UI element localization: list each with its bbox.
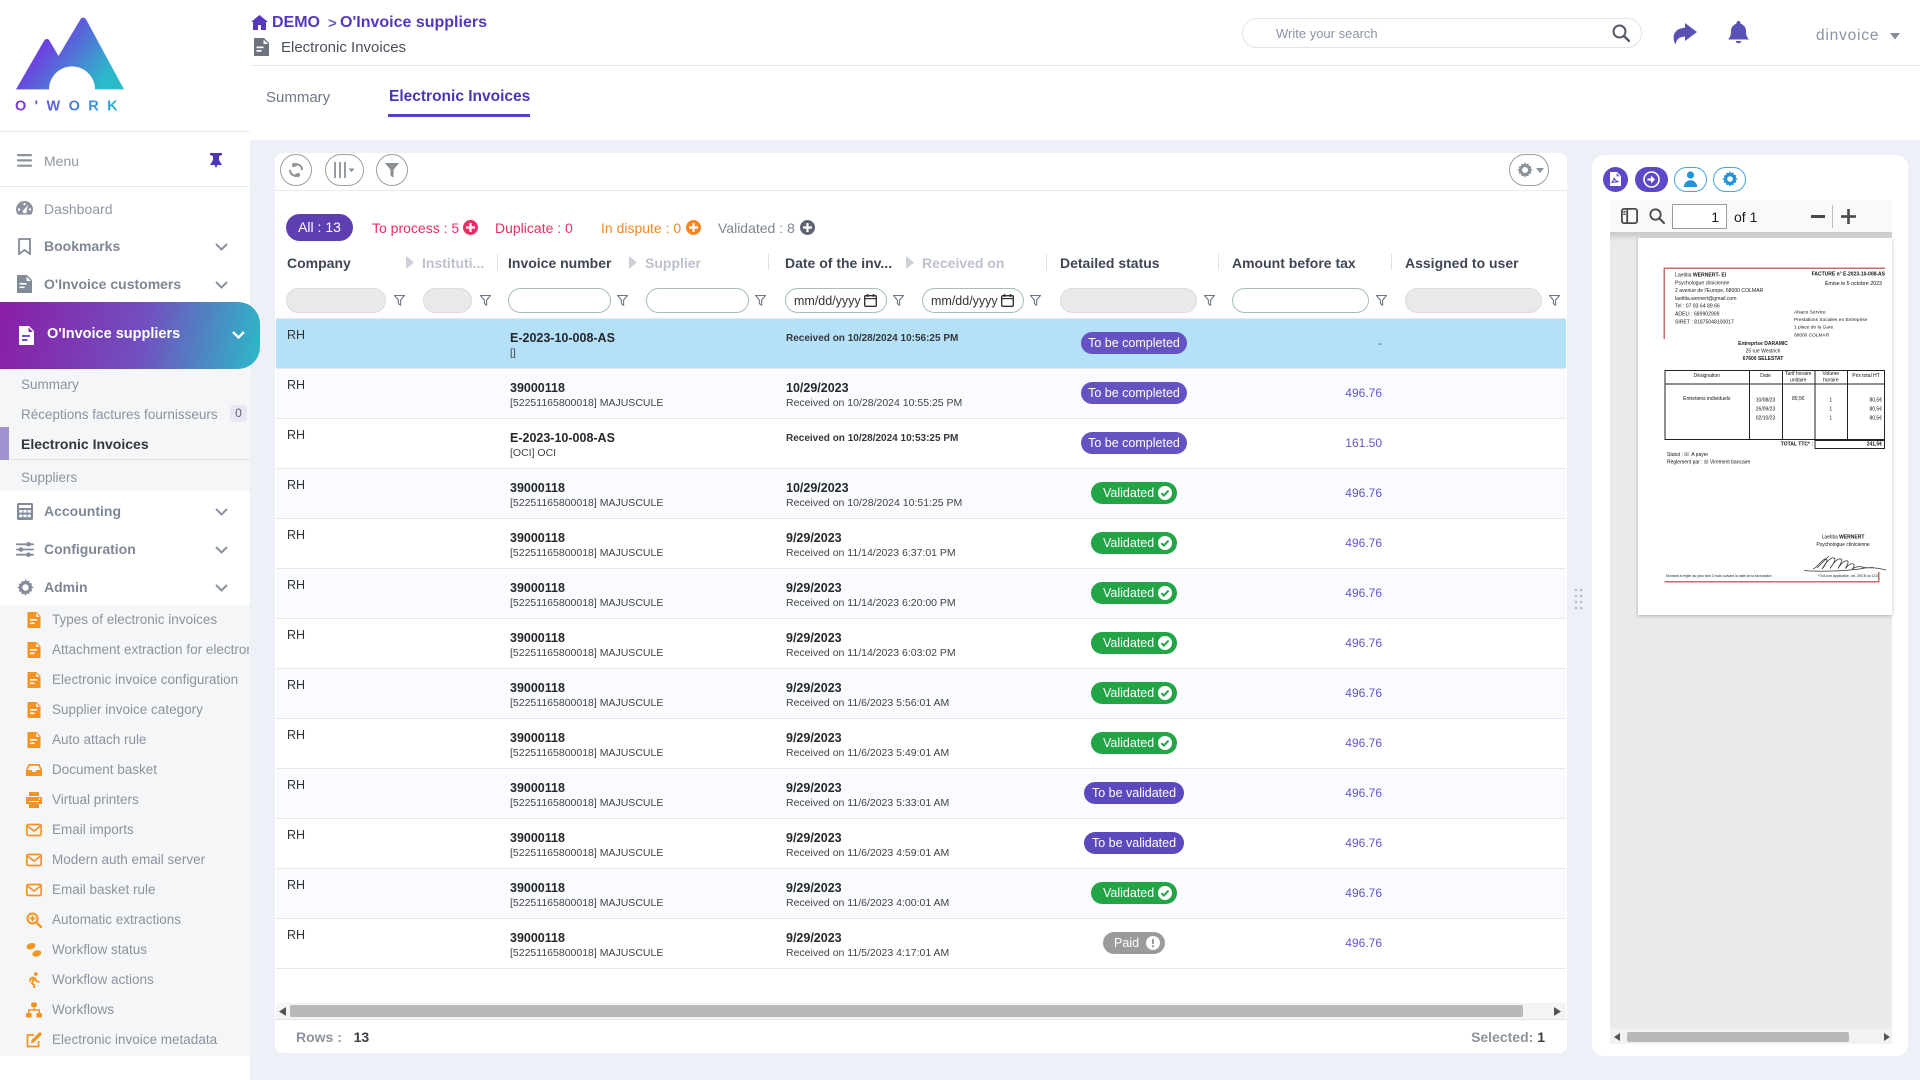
svg-text:O'WORK: O'WORK [15, 99, 126, 115]
